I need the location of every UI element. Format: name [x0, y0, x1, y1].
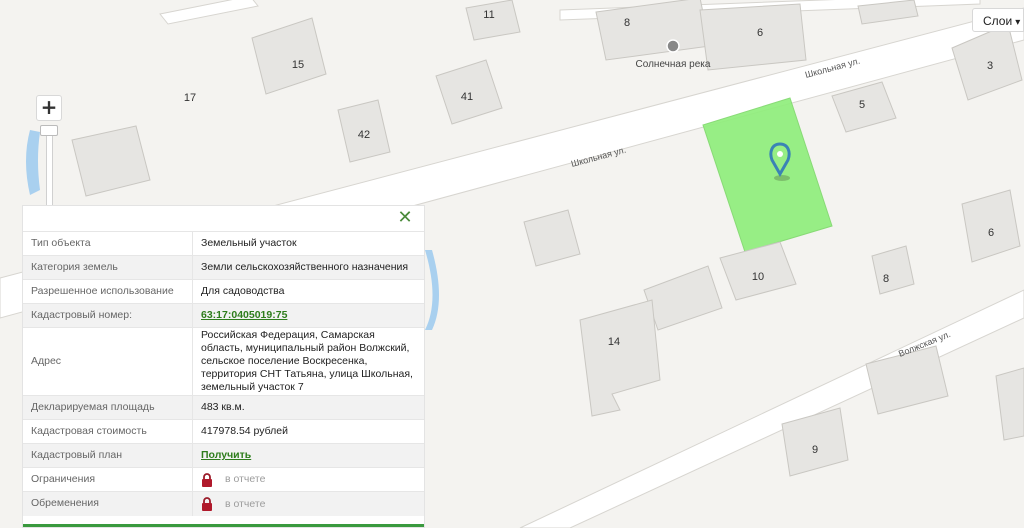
table-row: Обременения в отчете: [23, 491, 424, 516]
building: [871, 245, 915, 295]
row-key: Кадастровый план: [23, 443, 193, 468]
lock-icon: [202, 472, 212, 487]
row-value: Земли сельскохозяйственного назначения: [192, 255, 424, 280]
building-number: 5: [859, 99, 865, 111]
row-value: в отчете: [192, 467, 424, 492]
building-number: 41: [461, 91, 473, 103]
cadastral-number-link[interactable]: 63:17:0405019:75: [201, 309, 287, 321]
table-row: Тип объекта Земельный участок: [23, 231, 424, 256]
parcel-attributes-table: Тип объекта Земельный участок Категория …: [23, 231, 424, 516]
building-number: 17: [184, 92, 196, 104]
parcel-info-panel: ✕ Тип объекта Земельный участок Категори…: [22, 205, 425, 528]
row-key: Адрес: [23, 327, 193, 396]
close-icon[interactable]: ✕: [396, 209, 414, 227]
lock-icon: [202, 496, 212, 511]
row-value: 417978.54 рублей: [192, 419, 424, 444]
road-top: [159, 0, 259, 25]
building-number: 8: [883, 273, 889, 285]
building-number: 15: [292, 59, 304, 71]
building-number: 6: [988, 227, 994, 239]
get-plan-link[interactable]: Получить: [201, 449, 251, 461]
building-number: 9: [812, 444, 818, 456]
row-key: Разрешенное использование: [23, 279, 193, 304]
building: [643, 265, 723, 331]
row-key: Ограничения: [23, 467, 193, 492]
table-row: Кадастровая стоимость 417978.54 рублей: [23, 419, 424, 444]
row-value: 483 кв.м.: [192, 395, 424, 420]
building-number: 42: [358, 129, 370, 141]
table-row: Разрешенное использование Для садоводств…: [23, 279, 424, 304]
parcel-highlight[interactable]: [702, 97, 833, 253]
row-key: Кадастровый номер:: [23, 303, 193, 328]
building: [961, 189, 1021, 263]
table-row: Адрес Российская Федерация, Самарская об…: [23, 327, 424, 396]
chevron-down-icon: ▾: [1015, 17, 1021, 28]
panel-bottom-bar: [23, 524, 424, 527]
table-row: Ограничения в отчете: [23, 467, 424, 492]
row-key: Категория земель: [23, 255, 193, 280]
zoom-slider-handle[interactable]: [40, 125, 58, 136]
row-value: Земельный участок: [192, 231, 424, 256]
restrictions-report-link[interactable]: в отчете: [225, 473, 265, 485]
row-key: Обременения: [23, 491, 193, 516]
table-row: Декларируемая площадь 483 кв.м.: [23, 395, 424, 420]
row-key: Декларируемая площадь: [23, 395, 193, 420]
row-key: Кадастровая стоимость: [23, 419, 193, 444]
building-number: 11: [483, 9, 494, 21]
building: [71, 125, 151, 197]
layers-label: Слои: [983, 14, 1013, 28]
building: [699, 3, 807, 71]
row-value: Для садоводства: [192, 279, 424, 304]
building-number: 14: [608, 336, 620, 348]
row-value: Российская Федерация, Самарская область,…: [192, 327, 424, 396]
row-value: 63:17:0405019:75: [192, 303, 424, 328]
row-value: в отчете: [192, 491, 424, 516]
zoom-in-button[interactable]: +: [36, 95, 62, 121]
table-row: Кадастровый план Получить: [23, 443, 424, 468]
building-number: 10: [752, 271, 764, 283]
poi-label: Солнечная река: [636, 59, 711, 70]
poi-icon[interactable]: [666, 39, 680, 53]
building: [995, 367, 1024, 441]
layers-button[interactable]: Слои ▾: [972, 8, 1024, 32]
table-row: Кадастровый номер: 63:17:0405019:75: [23, 303, 424, 328]
row-value: Получить: [192, 443, 424, 468]
table-row: Категория земель Земли сельскохозяйствен…: [23, 255, 424, 280]
building: [579, 299, 661, 417]
encumbrances-report-link[interactable]: в отчете: [225, 498, 265, 510]
water-area: [425, 250, 439, 330]
building: [251, 17, 327, 95]
building-number: 6: [757, 27, 763, 39]
row-key: Тип объекта: [23, 231, 193, 256]
building-number: 3: [987, 60, 993, 72]
building: [523, 209, 581, 267]
building-number: 8: [624, 17, 630, 29]
